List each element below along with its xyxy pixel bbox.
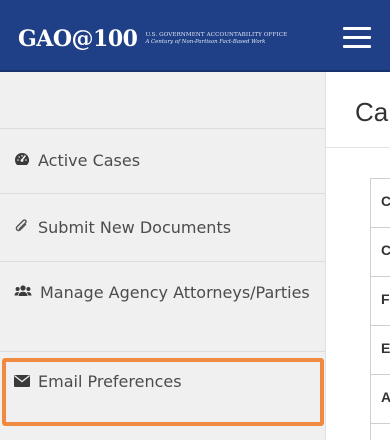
logo-tagline: U.S. GOVERNMENT ACCOUNTABILITY OFFICE A … [145, 32, 295, 46]
sidebar-item-label: Submit New Documents [38, 218, 232, 237]
logo-tagline-line1: U.S. GOVERNMENT ACCOUNTABILITY OFFICE [145, 32, 288, 38]
sidebar-nav: Active Cases Submit New Documents Manage… [0, 72, 326, 440]
page-title: Ca [355, 97, 389, 127]
divider [326, 147, 390, 148]
sidebar-item-label: Email Preferences [38, 372, 182, 391]
sidebar-item-submit-documents[interactable]: Submit New Documents [0, 194, 325, 262]
menu-bar [343, 36, 371, 39]
sidebar-item-label: Manage Agency Attorneys/Parties [40, 283, 310, 302]
users-icon [14, 280, 32, 305]
table-row[interactable]: F [371, 277, 390, 326]
logo-tagline-line2: A Century of Non-Partisan Fact-Based Wor… [145, 39, 266, 45]
sidebar-item-email-preferences[interactable]: Email Preferences [0, 352, 325, 411]
main-content: Ca C C F E A [326, 72, 390, 440]
tachometer-icon [14, 151, 30, 170]
envelope-icon [14, 372, 30, 391]
sidebar-item-active-cases[interactable]: Active Cases [0, 129, 325, 194]
gao-logo[interactable]: GAO@100 U.S. GOVERNMENT ACCOUNTABILITY O… [18, 25, 295, 53]
logo-wordmark: GAO@100 [18, 26, 138, 52]
cases-table: C C F E A [370, 178, 390, 440]
hamburger-menu-icon[interactable] [343, 27, 371, 49]
menu-bar [343, 45, 371, 48]
site-header: GAO@100 U.S. GOVERNMENT ACCOUNTABILITY O… [0, 0, 390, 72]
table-row[interactable]: A [371, 375, 390, 424]
sidebar-item-label: Active Cases [38, 151, 141, 170]
sidebar-spacer [0, 72, 325, 129]
sidebar-item-manage-attorneys[interactable]: Manage Agency Attorneys/Parties [0, 262, 325, 352]
table-row[interactable]: C [371, 179, 390, 228]
menu-bar [343, 27, 371, 30]
paperclip-icon [14, 218, 30, 238]
table-row[interactable]: E [371, 326, 390, 375]
table-row[interactable]: C [371, 228, 390, 277]
